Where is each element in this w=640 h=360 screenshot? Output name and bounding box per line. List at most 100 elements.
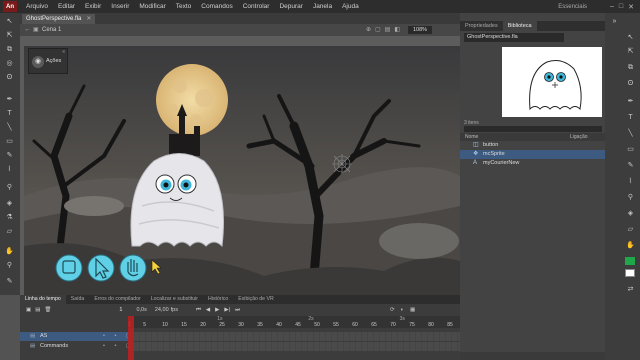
hand-tool-icon[interactable]: ✋: [4, 247, 15, 256]
line-tool-icon[interactable]: ╲: [625, 129, 636, 138]
new-folder-icon[interactable]: ▤: [35, 307, 40, 313]
menu-editar[interactable]: Editar: [53, 3, 80, 10]
timeline-ruler[interactable]: 15101520253035404550556065707580851s2s3s: [128, 316, 460, 328]
document-tab[interactable]: GhostPerspective.fla ✕: [22, 14, 96, 24]
library-item[interactable]: ◫ button: [460, 141, 605, 150]
column-linkage[interactable]: Ligação: [570, 133, 588, 141]
menu-texto[interactable]: Texto: [171, 3, 197, 10]
edit-multiple-frames-icon[interactable]: ▦: [410, 307, 415, 313]
close-icon[interactable]: ✕: [628, 3, 634, 11]
lasso-tool-icon[interactable]: ʘ: [625, 79, 636, 88]
selection-tool-icon[interactable]: ↖: [4, 17, 15, 26]
stage-canvas[interactable]: [24, 46, 460, 295]
go-to-end-icon[interactable]: ⏭: [235, 307, 240, 314]
loop-icon[interactable]: ⟳: [390, 307, 395, 313]
onion-skin-icon[interactable]: ◐: [401, 307, 404, 313]
menu-comandos[interactable]: Comandos: [196, 3, 237, 10]
brush-tool-icon[interactable]: ⌇: [625, 177, 636, 186]
center-stage-icon[interactable]: ⊕: [366, 26, 371, 33]
eraser-icon[interactable]: ▱: [4, 227, 15, 236]
panel-collapse-icon[interactable]: »: [609, 17, 620, 26]
cursor-button[interactable]: [87, 254, 115, 282]
timeline-tab[interactable]: Saída: [66, 295, 90, 304]
pen-tool-icon[interactable]: ✒: [4, 95, 15, 104]
hand-tool-icon[interactable]: ✋: [625, 241, 636, 250]
play-icon[interactable]: ▶: [215, 307, 219, 313]
timeline-tab[interactable]: Linha do tempo: [20, 295, 66, 304]
lasso-tool-icon[interactable]: ʘ: [4, 73, 15, 82]
workspace-selector[interactable]: Essenciais: [558, 4, 587, 10]
layer-row[interactable]: ▤ AS • • ▢: [20, 332, 460, 341]
menu-modificar[interactable]: Modificar: [134, 3, 170, 10]
pencil-tool-icon[interactable]: ✎: [625, 161, 636, 170]
menu-inserir[interactable]: Inserir: [106, 3, 134, 10]
free-transform-icon[interactable]: ⧉: [625, 63, 636, 72]
tab-library[interactable]: Biblioteca: [502, 21, 537, 31]
frame-rate[interactable]: 24,00: [155, 307, 169, 313]
layer-frames[interactable]: [128, 332, 460, 341]
library-file-select[interactable]: GhostPerspective.fla: [464, 33, 564, 42]
column-name[interactable]: Nome: [465, 133, 478, 141]
stroke-color-swatch[interactable]: [625, 269, 635, 277]
step-back-icon[interactable]: ◀: [206, 307, 210, 313]
delete-layer-icon[interactable]: 🗑: [44, 307, 51, 313]
timeline-tab[interactable]: Erros do compilador: [89, 295, 145, 304]
line-tool-icon[interactable]: ╲: [4, 123, 15, 132]
elapsed-time[interactable]: 0,0s: [136, 307, 146, 313]
bone-tool-icon[interactable]: ⚲: [4, 183, 15, 192]
zoom-tool-icon[interactable]: ⚲: [4, 261, 15, 270]
bone-tool-icon[interactable]: ⚲: [625, 193, 636, 202]
minimize-icon[interactable]: –: [610, 3, 614, 10]
menu-controlar[interactable]: Controlar: [238, 3, 275, 10]
menu-exibir[interactable]: Exibir: [80, 3, 106, 10]
selection-tool-icon[interactable]: ↖: [625, 33, 636, 42]
timeline-tab[interactable]: Localizar e substituir: [146, 295, 203, 304]
close-tab-icon[interactable]: ✕: [86, 16, 91, 22]
playhead[interactable]: [128, 316, 134, 360]
menu-janela[interactable]: Janela: [308, 3, 337, 10]
menu-ajuda[interactable]: Ajuda: [337, 3, 364, 10]
step-forward-icon[interactable]: ▶|: [224, 307, 230, 313]
paint-bucket-icon[interactable]: ◈: [625, 209, 636, 218]
eyedropper-icon[interactable]: ⚗: [4, 213, 15, 222]
pen-tool-icon[interactable]: ✒: [625, 97, 636, 106]
rectangle-tool-icon[interactable]: ▭: [4, 137, 15, 146]
pencil-tool-icon[interactable]: ✎: [4, 151, 15, 160]
library-item-selected[interactable]: ❖ mcSprite: [460, 150, 605, 159]
paint-bucket-icon[interactable]: ◈: [4, 199, 15, 208]
scene-menu-icon[interactable]: ▤: [385, 26, 391, 33]
maximize-icon[interactable]: □: [619, 3, 623, 10]
layer-row[interactable]: ▤ Commands • • ▢: [20, 342, 460, 351]
timeline-tab[interactable]: Exibição de VR: [233, 295, 278, 304]
text-tool-icon[interactable]: T: [625, 113, 636, 122]
back-arrow-icon[interactable]: ←: [24, 26, 31, 33]
paint-button[interactable]: [55, 254, 83, 282]
current-frame[interactable]: 1: [119, 307, 122, 313]
swap-colors-icon[interactable]: ⇄: [625, 285, 636, 294]
rectangle-tool-icon[interactable]: ▭: [625, 145, 636, 154]
hand-button[interactable]: [119, 254, 147, 282]
rewind-icon[interactable]: ⏮: [196, 307, 201, 314]
timeline-tab[interactable]: Histórico: [203, 295, 233, 304]
menu-depurar[interactable]: Depurar: [274, 3, 307, 10]
symbol-menu-icon[interactable]: ◧: [394, 26, 400, 33]
actions-panel[interactable]: « ◉ Ações: [28, 48, 68, 74]
actions-close-icon[interactable]: «: [62, 49, 65, 55]
library-search-input[interactable]: [464, 126, 602, 132]
transform-tool-icon[interactable]: ⧉: [4, 45, 15, 54]
3d-rotation-tool-icon[interactable]: ◎: [4, 59, 15, 68]
brush-tool-icon[interactable]: ⌇: [4, 165, 15, 174]
library-item[interactable]: A myCourierNew: [460, 159, 605, 168]
layer-frames[interactable]: [128, 342, 460, 351]
clip-icon[interactable]: ▢: [375, 26, 381, 33]
fill-color-swatch[interactable]: [625, 257, 635, 265]
zoom-select[interactable]: 108%: [408, 26, 432, 34]
tab-properties[interactable]: Propriedades: [460, 21, 503, 31]
subselection-tool-icon[interactable]: ⇱: [625, 47, 636, 56]
new-layer-icon[interactable]: ▣: [26, 307, 31, 313]
stroke-color-icon[interactable]: ✎: [4, 277, 15, 286]
text-tool-icon[interactable]: T: [4, 109, 15, 118]
eraser-icon[interactable]: ▱: [625, 225, 636, 234]
menu-arquivo[interactable]: Arquivo: [21, 3, 53, 10]
subselection-tool-icon[interactable]: ⇱: [4, 31, 15, 40]
